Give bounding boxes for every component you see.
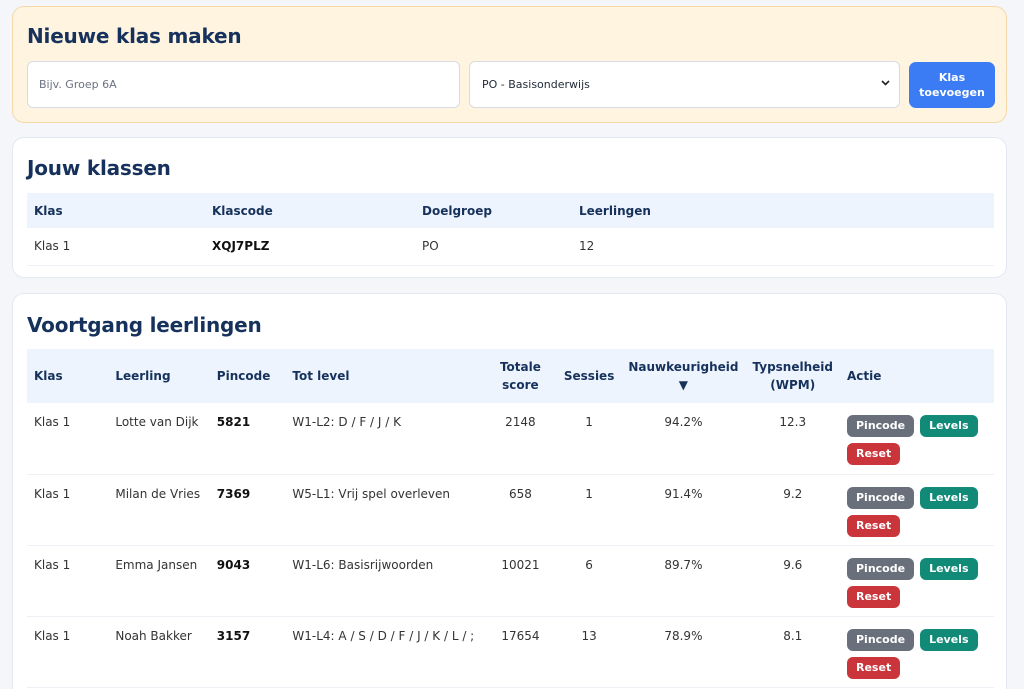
header-action: Actie	[847, 369, 882, 383]
student-pincode: 9043	[209, 545, 286, 617]
student-name: Noah Bakker	[108, 616, 210, 688]
table-header-row: Klas Klascode Doelgroep Leerlingen	[27, 193, 994, 228]
reset-button[interactable]: Reset	[847, 585, 901, 608]
student-wpm: 12.3	[745, 403, 840, 475]
student-sessions: 13	[556, 616, 622, 688]
student-level: W1-L6: Basisrijwoorden	[285, 545, 484, 617]
student-score: 10021	[483, 545, 557, 617]
header-wpm[interactable]: Typsnelheid (WPM)	[745, 349, 840, 403]
student-score: 17654	[483, 616, 557, 688]
pincode-button[interactable]: Pincode	[847, 628, 915, 651]
header-doelgroep: Doelgroep	[422, 203, 492, 218]
student-name: Emma Jansen	[108, 545, 210, 617]
header-pincode: Pincode	[216, 369, 271, 383]
levels-button[interactable]: Levels	[920, 557, 978, 580]
student-accuracy: 91.4%	[621, 474, 746, 546]
class-code: XQJ7PLZ	[205, 228, 415, 266]
target-group-select[interactable]: PO - Basisonderwijs	[469, 61, 900, 108]
class-name: Klas 1	[27, 228, 205, 266]
student-actions: Pincode Levels Reset	[840, 545, 994, 617]
header-leerlingen: Leerlingen	[579, 203, 651, 218]
header-leerling: Leerling	[115, 369, 171, 383]
levels-button[interactable]: Levels	[920, 415, 978, 437]
class-student-count: 12	[572, 228, 994, 266]
student-class: Klas 1	[27, 474, 109, 546]
header-accuracy[interactable]: Nauwkeurigheid ▼	[621, 349, 745, 403]
student-pincode: 3157	[209, 616, 286, 688]
student-name: Lotte van Dijk	[108, 403, 210, 475]
student-actions: Pincode Levels Reset	[840, 403, 994, 475]
pincode-button[interactable]: Pincode	[847, 486, 915, 509]
student-level: W5-L1: Vrij spel overleven	[285, 474, 484, 546]
student-class: Klas 1	[27, 545, 109, 617]
header-klascode: Klascode	[212, 203, 273, 218]
student-class: Klas 1	[27, 403, 109, 475]
levels-button[interactable]: Levels	[920, 628, 978, 651]
student-accuracy: 89.7%	[621, 545, 746, 617]
student-score: 2148	[483, 403, 557, 475]
classes-card: Jouw klassen Klas Klascode Doelgroep Lee…	[12, 137, 1007, 278]
progress-table: Klas Leerling Pincode Tot level Totale s…	[27, 349, 994, 688]
pincode-button[interactable]: Pincode	[847, 415, 915, 437]
reset-button[interactable]: Reset	[847, 443, 901, 465]
student-sessions: 6	[556, 545, 622, 617]
create-class-card: Nieuwe klas maken PO - Basisonderwijs Kl…	[12, 6, 1007, 123]
student-sessions: 1	[556, 403, 622, 475]
table-row: Klas 1 Milan de Vries 7369 W5-L1: Vrij s…	[27, 474, 994, 546]
table-row: Klas 1 Noah Bakker 3157 W1-L4: A / S / D…	[27, 616, 994, 688]
header-score[interactable]: Totale score	[484, 349, 557, 403]
student-actions: Pincode Levels Reset	[840, 474, 994, 546]
header-level: Tot level	[292, 369, 350, 383]
table-row: Klas 1 XQJ7PLZ PO 12	[27, 228, 994, 266]
student-sessions: 1	[556, 474, 622, 546]
class-name-input[interactable]	[27, 61, 460, 108]
student-level: W1-L4: A / S / D / F / J / K / L / ;	[285, 616, 484, 688]
progress-card: Voortgang leerlingen Klas Leerling Pinco…	[12, 293, 1007, 689]
header-klas: Klas	[34, 203, 63, 218]
target-group-value: PO - Basisonderwijs	[482, 78, 590, 91]
chevron-down-icon	[880, 77, 891, 92]
student-score: 658	[483, 474, 557, 546]
progress-title: Voortgang leerlingen	[27, 313, 262, 337]
student-pincode: 7369	[209, 474, 286, 546]
pincode-button[interactable]: Pincode	[847, 557, 915, 580]
student-name: Milan de Vries	[108, 474, 210, 546]
student-accuracy: 78.9%	[621, 616, 746, 688]
header-sessions[interactable]: Sessies	[557, 349, 621, 403]
header-klas: Klas	[34, 369, 63, 383]
classes-table: Klas Klascode Doelgroep Leerlingen Klas …	[27, 193, 994, 266]
table-header-row: Klas Leerling Pincode Tot level Totale s…	[27, 349, 994, 403]
student-wpm: 9.6	[745, 545, 840, 617]
student-class: Klas 1	[27, 616, 109, 688]
student-pincode: 5821	[209, 403, 286, 475]
class-target-group: PO	[415, 228, 572, 266]
add-class-button[interactable]: Klas toevoegen	[909, 62, 995, 108]
student-wpm: 9.2	[745, 474, 840, 546]
student-level: W1-L2: D / F / J / K	[285, 403, 484, 475]
create-class-title: Nieuwe klas maken	[27, 24, 242, 48]
table-row: Klas 1 Emma Jansen 9043 W1-L6: Basisrijw…	[27, 545, 994, 617]
student-wpm: 8.1	[745, 616, 840, 688]
student-actions: Pincode Levels Reset	[840, 616, 994, 688]
levels-button[interactable]: Levels	[920, 486, 978, 509]
reset-button[interactable]: Reset	[847, 656, 901, 679]
reset-button[interactable]: Reset	[847, 514, 901, 537]
classes-title: Jouw klassen	[27, 156, 171, 180]
student-accuracy: 94.2%	[621, 403, 746, 475]
table-row: Klas 1 Lotte van Dijk 5821 W1-L2: D / F …	[27, 403, 994, 475]
